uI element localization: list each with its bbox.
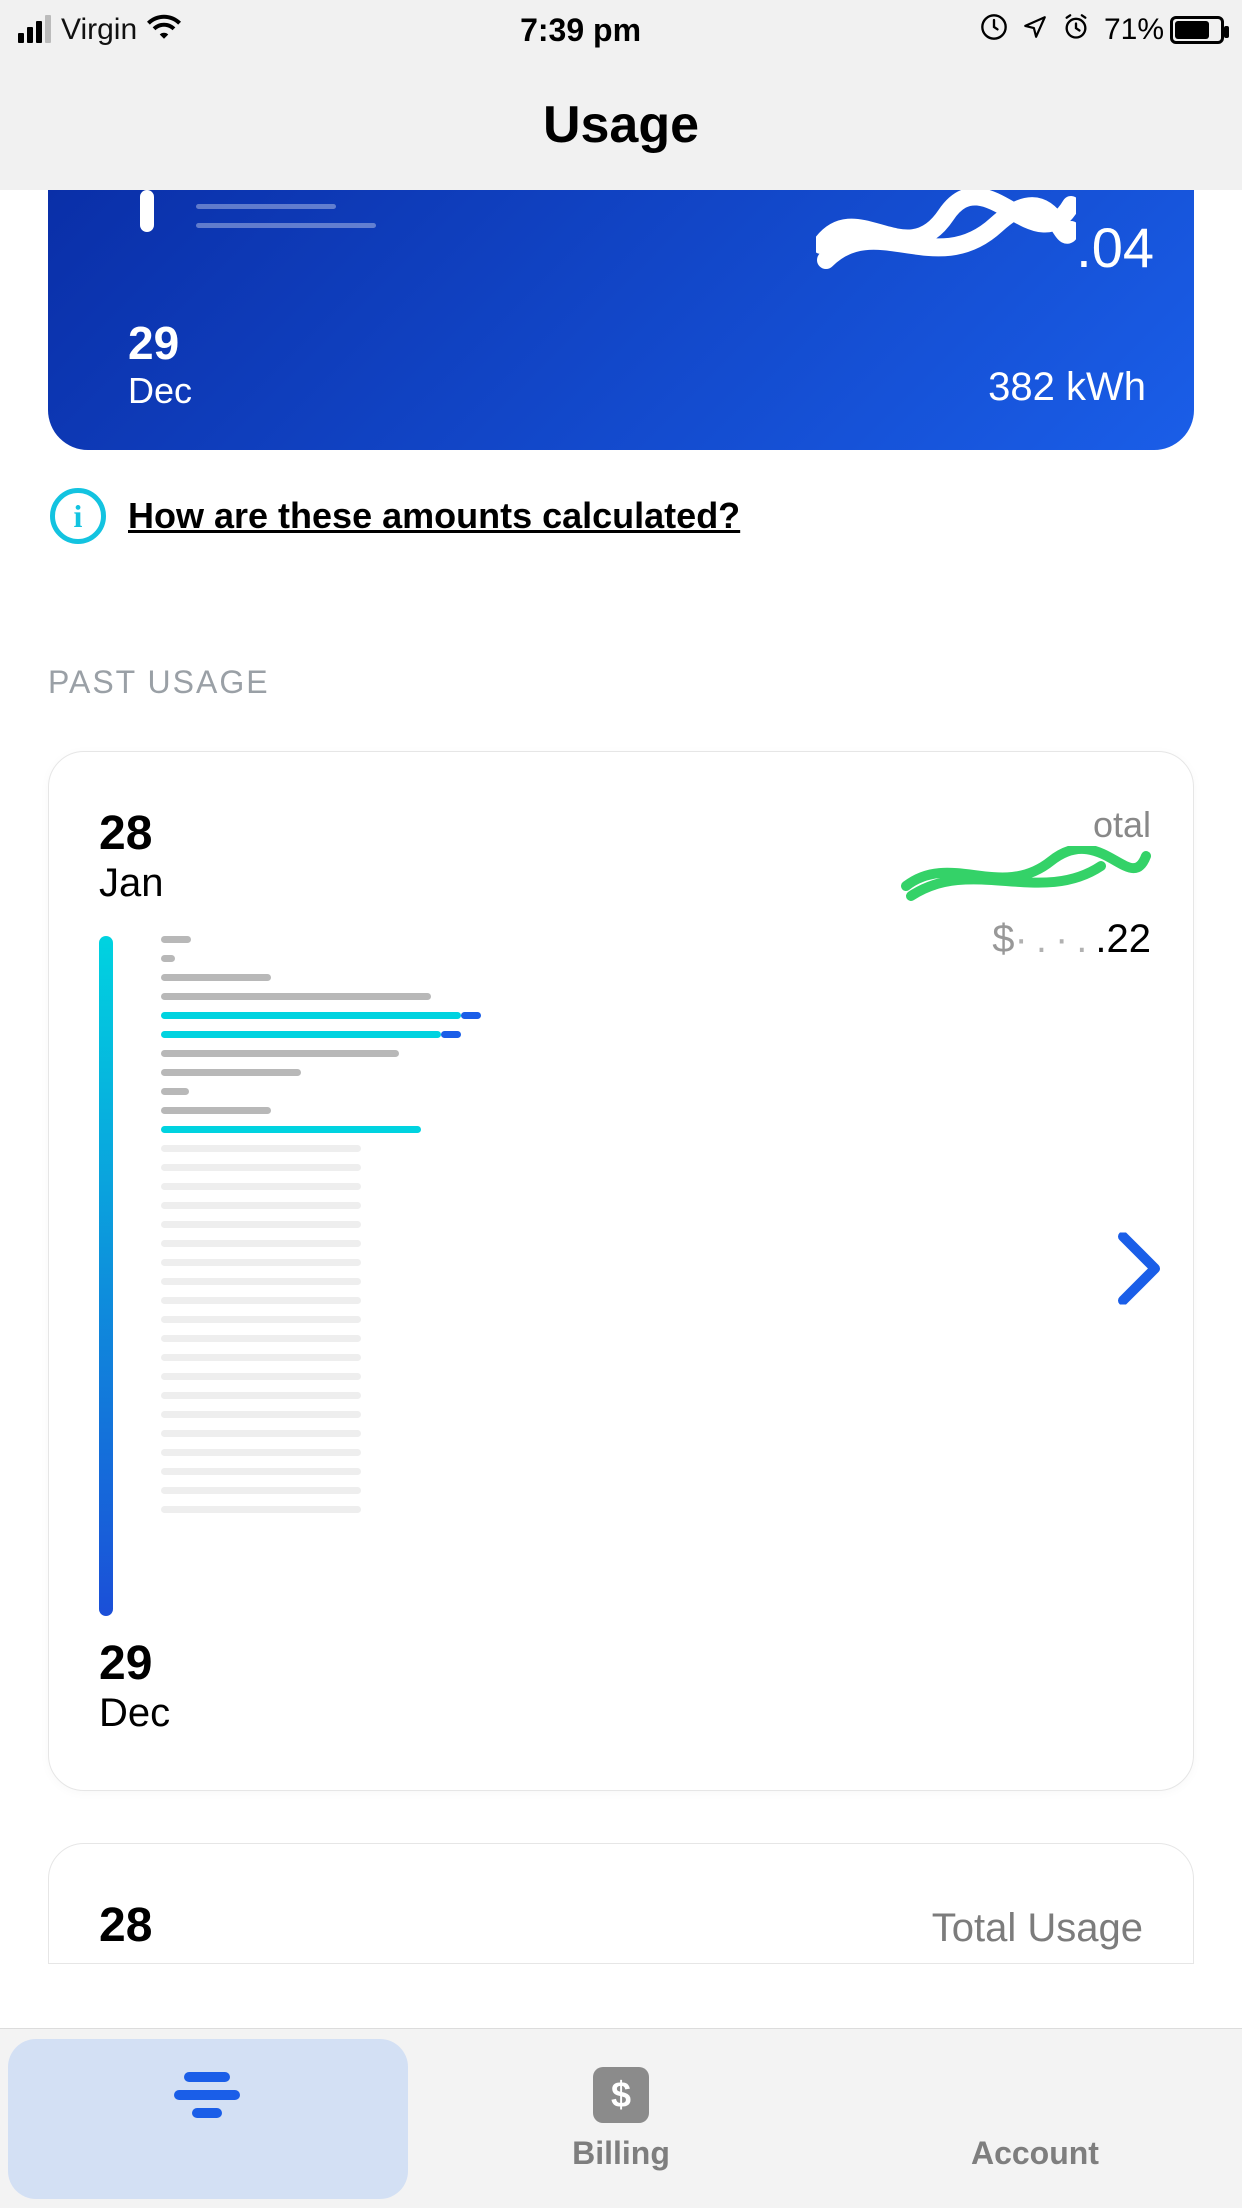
status-left: Virgin: [18, 13, 181, 47]
info-link-row[interactable]: i How are these amounts calculated?: [0, 450, 1242, 544]
current-end-month: Dec: [128, 370, 192, 412]
total-usage-label: Total Usage: [932, 1906, 1143, 1951]
tab-bar: Usage $ Billing Account: [0, 2028, 1242, 2208]
status-right: 71%: [980, 13, 1224, 48]
redaction-scribble-icon: [901, 846, 1151, 911]
period-end-day: 29: [99, 1636, 1143, 1691]
carrier-label: Virgin: [61, 13, 137, 47]
tab-billing-label: Billing: [572, 2135, 670, 2172]
past-usage-card[interactable]: 28 Jan otal $·.·..22 29 Dec: [48, 751, 1194, 1791]
period-end-month: Dec: [99, 1691, 1143, 1736]
current-amount: .04: [816, 190, 1154, 280]
status-time: 7:39 pm: [520, 12, 641, 49]
tab-account[interactable]: Account: [828, 2029, 1242, 2208]
period-end-date: 29 Dec: [99, 1636, 1143, 1736]
location-icon: [1022, 14, 1048, 47]
current-amount-cents: .04: [1076, 215, 1154, 280]
cellular-signal-icon: [18, 17, 51, 43]
battery-indicator: 71%: [1104, 13, 1224, 47]
redacted-lines: [196, 204, 376, 242]
billing-tab-icon: $: [593, 2065, 649, 2125]
rotation-lock-icon: [980, 13, 1008, 48]
tab-billing[interactable]: $ Billing: [414, 2029, 828, 2208]
tab-usage[interactable]: Usage: [0, 2029, 414, 2208]
current-end-day: 29: [128, 316, 192, 370]
battery-percent: 71%: [1104, 13, 1164, 47]
tab-account-label: Account: [971, 2135, 1099, 2172]
alarm-icon: [1062, 13, 1090, 48]
daily-usage-chart: [99, 936, 1143, 1616]
wifi-icon: [147, 13, 181, 47]
battery-icon: [1170, 16, 1224, 44]
past-usage-header: PAST USAGE: [0, 544, 1242, 741]
page-title: Usage: [0, 60, 1242, 190]
content-scroll[interactable]: .04 29 Dec 382 kWh i How are these amoun…: [0, 190, 1242, 2028]
calculation-info-link[interactable]: How are these amounts calculated?: [128, 495, 740, 537]
status-bar: Virgin 7:39 pm 71%: [0, 0, 1242, 60]
total-usage-label-fragment: otal: [901, 804, 1151, 846]
current-period-card[interactable]: .04 29 Dec 382 kWh: [48, 190, 1194, 450]
card-totals: otal $·.·..22: [901, 804, 1151, 962]
past-usage-card[interactable]: 28 Total Usage: [48, 1843, 1194, 1964]
current-kwh: 382 kWh: [988, 365, 1146, 410]
usage-tab-icon: [174, 2065, 240, 2125]
redaction-scribble-icon: [816, 190, 1076, 280]
chevron-right-icon[interactable]: [1115, 1233, 1163, 1310]
period-gradient-bar-icon: [99, 936, 113, 1616]
current-end-date: 29 Dec: [128, 316, 192, 412]
info-icon: i: [50, 488, 106, 544]
daily-bars: [161, 936, 481, 1513]
past-amount-fragment: $·.·..22: [901, 917, 1151, 962]
period-bar-icon: [140, 190, 154, 232]
